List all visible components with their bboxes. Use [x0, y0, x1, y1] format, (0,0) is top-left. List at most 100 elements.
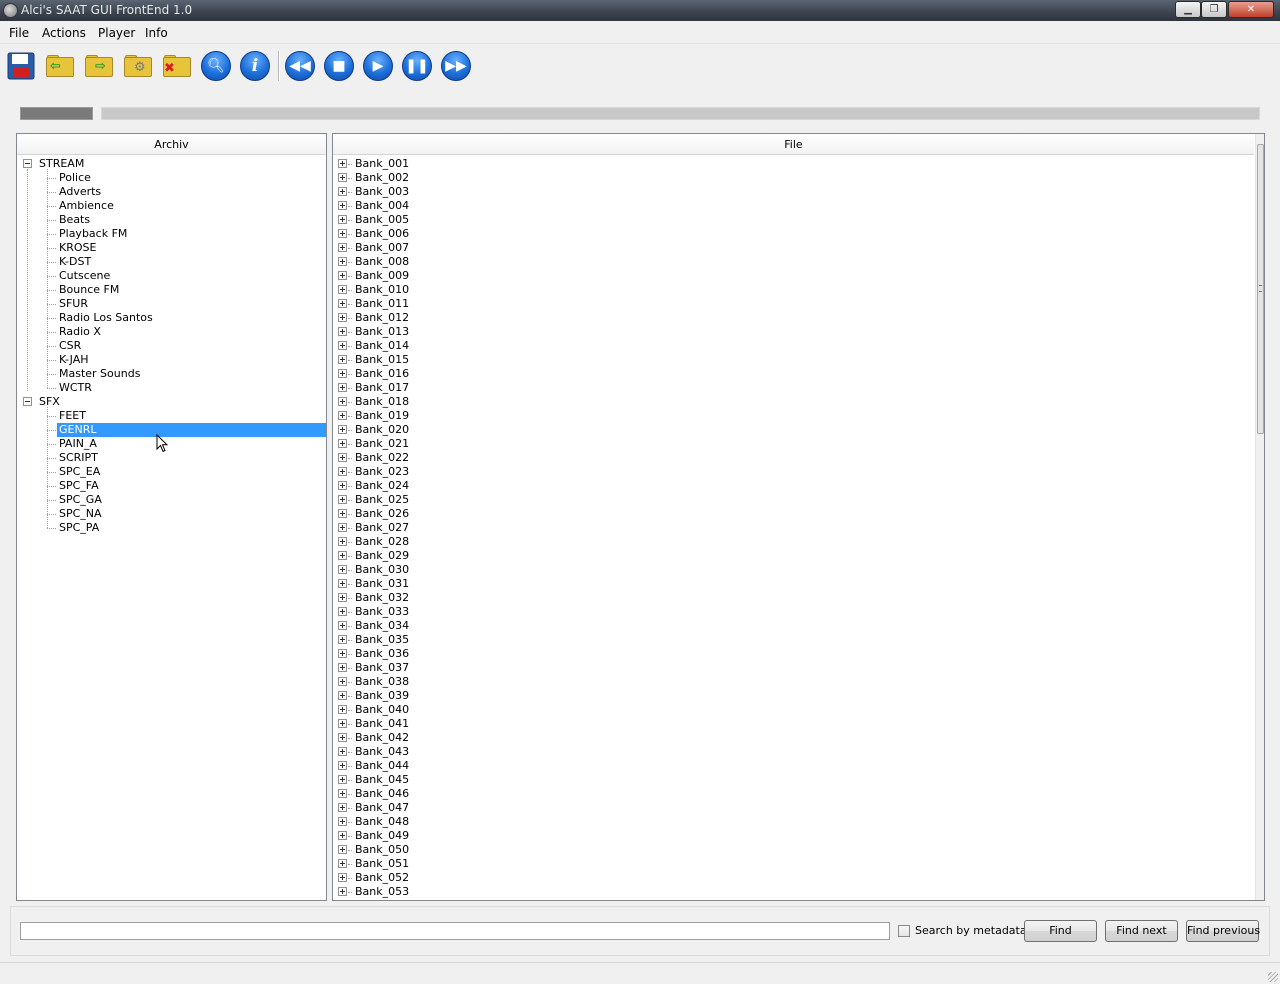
file-scrollbar[interactable] [1255, 134, 1264, 900]
file-bank-item[interactable]: Bank_040 [333, 703, 1233, 717]
archive-group[interactable]: SFX [17, 395, 322, 409]
archive-item[interactable]: SPC_PA [17, 521, 322, 535]
file-bank-item[interactable]: Bank_023 [333, 465, 1233, 479]
minimize-button[interactable]: ▁ [1175, 1, 1201, 18]
menu-info[interactable]: Info [145, 26, 168, 40]
file-bank-item[interactable]: Bank_008 [333, 255, 1233, 269]
file-bank-item[interactable]: Bank_043 [333, 745, 1233, 759]
file-bank-item[interactable]: Bank_039 [333, 689, 1233, 703]
file-bank-item[interactable]: Bank_010 [333, 283, 1233, 297]
file-bank-item[interactable]: Bank_026 [333, 507, 1233, 521]
archive-item[interactable]: K-DST [17, 255, 322, 269]
file-bank-item[interactable]: Bank_041 [333, 717, 1233, 731]
file-bank-item[interactable]: Bank_004 [333, 199, 1233, 213]
archive-item[interactable]: Playback FM [17, 227, 322, 241]
find-next-button[interactable]: Find next [1105, 920, 1178, 942]
file-bank-item[interactable]: Bank_028 [333, 535, 1233, 549]
archive-item[interactable]: FEET [17, 409, 322, 423]
file-bank-item[interactable]: Bank_050 [333, 843, 1233, 857]
archive-item[interactable]: SPC_FA [17, 479, 322, 493]
file-bank-item[interactable]: Bank_002 [333, 171, 1233, 185]
save-button[interactable] [4, 49, 38, 83]
file-bank-item[interactable]: Bank_007 [333, 241, 1233, 255]
file-bank-item[interactable]: Bank_035 [333, 633, 1233, 647]
stop-button[interactable]: ■ [322, 49, 356, 83]
archive-item[interactable]: Cutscene [17, 269, 322, 283]
menu-file[interactable]: File [9, 26, 29, 40]
open-archive-button[interactable]: ⇦ [43, 49, 77, 83]
settings-button[interactable]: ⚙ [121, 49, 155, 83]
file-bank-item[interactable]: Bank_025 [333, 493, 1233, 507]
file-bank-item[interactable]: Bank_012 [333, 311, 1233, 325]
file-bank-item[interactable]: Bank_003 [333, 185, 1233, 199]
archive-item[interactable]: Beats [17, 213, 322, 227]
play-button[interactable]: ▶ [361, 49, 395, 83]
archive-item[interactable]: SCRIPT [17, 451, 322, 465]
find-previous-button[interactable]: Find previous [1186, 920, 1260, 942]
file-bank-item[interactable]: Bank_033 [333, 605, 1233, 619]
file-bank-item[interactable]: Bank_016 [333, 367, 1233, 381]
rewind-button[interactable]: ◀◀ [283, 49, 317, 83]
file-bank-item[interactable]: Bank_015 [333, 353, 1233, 367]
archive-item[interactable]: Radio X [17, 325, 322, 339]
file-column-header[interactable]: File [333, 134, 1254, 155]
file-bank-item[interactable]: Bank_029 [333, 549, 1233, 563]
file-bank-item[interactable]: Bank_049 [333, 829, 1233, 843]
file-bank-item[interactable]: Bank_032 [333, 591, 1233, 605]
file-bank-item[interactable]: Bank_046 [333, 787, 1233, 801]
archive-item[interactable]: Master Sounds [17, 367, 322, 381]
file-bank-item[interactable]: Bank_052 [333, 871, 1233, 885]
file-bank-item[interactable]: Bank_014 [333, 339, 1233, 353]
file-bank-item[interactable]: Bank_053 [333, 885, 1233, 899]
file-bank-item[interactable]: Bank_005 [333, 213, 1233, 227]
file-bank-item[interactable]: Bank_022 [333, 451, 1233, 465]
archive-item[interactable]: SFUR [17, 297, 322, 311]
file-bank-item[interactable]: Bank_011 [333, 297, 1233, 311]
file-bank-item[interactable]: Bank_037 [333, 661, 1233, 675]
file-bank-item[interactable]: Bank_047 [333, 801, 1233, 815]
file-bank-item[interactable]: Bank_019 [333, 409, 1233, 423]
file-bank-item[interactable]: Bank_006 [333, 227, 1233, 241]
archive-item[interactable]: Police [17, 171, 322, 185]
menu-actions[interactable]: Actions [42, 26, 86, 40]
maximize-button[interactable]: ❐ [1201, 1, 1227, 18]
fast-forward-button[interactable]: ▶▶ [439, 49, 473, 83]
archive-item[interactable]: SPC_EA [17, 465, 322, 479]
file-bank-item[interactable]: Bank_044 [333, 759, 1233, 773]
file-scroll-thumb[interactable] [1257, 144, 1264, 434]
file-bank-item[interactable]: Bank_038 [333, 675, 1233, 689]
file-bank-item[interactable]: Bank_031 [333, 577, 1233, 591]
file-bank-item[interactable]: Bank_013 [333, 325, 1233, 339]
file-bank-item[interactable]: Bank_048 [333, 815, 1233, 829]
archive-column-header[interactable]: Archiv [17, 134, 326, 155]
archive-item[interactable]: Adverts [17, 185, 322, 199]
archive-item[interactable]: SPC_NA [17, 507, 322, 521]
archive-item[interactable]: Radio Los Santos [17, 311, 322, 325]
file-bank-item[interactable]: Bank_009 [333, 269, 1233, 283]
file-bank-item[interactable]: Bank_045 [333, 773, 1233, 787]
file-bank-item[interactable]: Bank_020 [333, 423, 1233, 437]
file-bank-item[interactable]: Bank_030 [333, 563, 1233, 577]
file-bank-item[interactable]: Bank_001 [333, 157, 1233, 171]
file-bank-item[interactable]: Bank_021 [333, 437, 1233, 451]
menu-player[interactable]: Player [98, 26, 135, 40]
archive-item[interactable]: Bounce FM [17, 283, 322, 297]
playback-progress-bar[interactable] [101, 107, 1260, 120]
search-button[interactable]: 🔍︎ [199, 49, 233, 83]
archive-item[interactable]: WCTR [17, 381, 322, 395]
search-input[interactable] [20, 922, 890, 940]
find-button[interactable]: Find [1024, 920, 1097, 942]
pause-button[interactable]: ❚❚ [400, 49, 434, 83]
archive-item[interactable]: GENRL [17, 423, 322, 437]
archive-item[interactable]: CSR [17, 339, 322, 353]
file-bank-item[interactable]: Bank_018 [333, 395, 1233, 409]
file-bank-item[interactable]: Bank_034 [333, 619, 1233, 633]
archive-item[interactable]: SPC_GA [17, 493, 322, 507]
archive-item[interactable]: PAIN_A [17, 437, 322, 451]
volume-bar[interactable] [20, 107, 93, 120]
close-button[interactable]: ✕ [1228, 1, 1274, 18]
file-bank-item[interactable]: Bank_036 [333, 647, 1233, 661]
info-button[interactable]: i [238, 49, 272, 83]
archive-item[interactable]: K-JAH [17, 353, 322, 367]
resize-grip[interactable] [1268, 972, 1278, 982]
